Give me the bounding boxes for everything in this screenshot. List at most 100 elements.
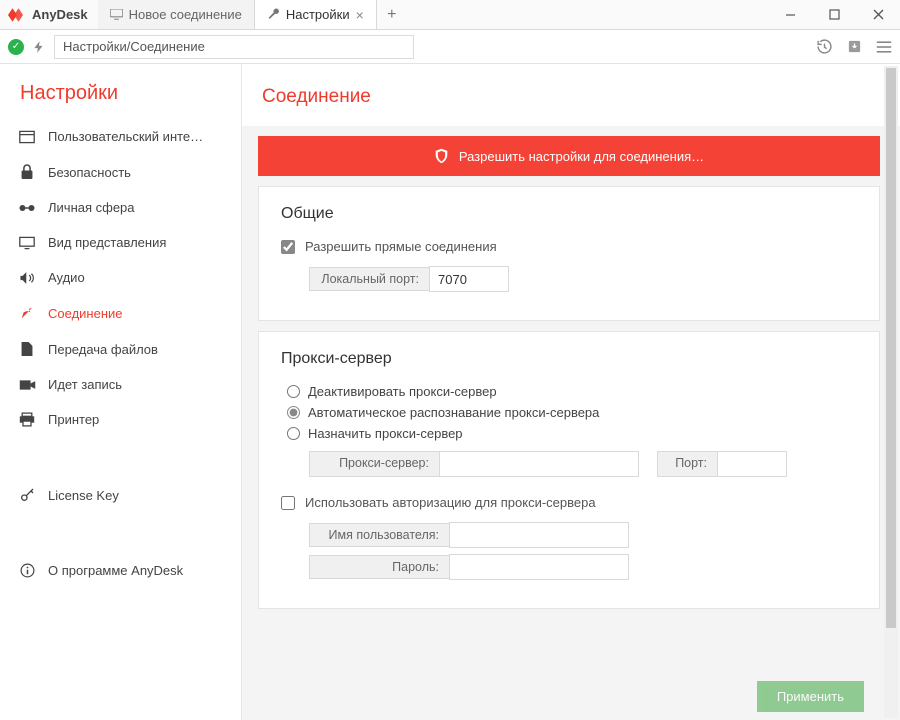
file-icon: [18, 341, 36, 357]
sidebar-item-license[interactable]: License Key: [0, 477, 241, 513]
proxy-server-row: Прокси-сервер: Порт:: [309, 451, 857, 477]
history-icon[interactable]: [816, 38, 833, 55]
local-port-input[interactable]: [429, 266, 509, 292]
tab-settings[interactable]: Настройки ×: [255, 0, 377, 29]
menu-icon[interactable]: [876, 40, 892, 54]
sidebar-item-label: Идет запись: [48, 377, 122, 392]
unlock-settings-banner[interactable]: Разрешить настройки для соединения…: [258, 136, 880, 176]
camera-icon: [18, 379, 36, 391]
window-icon: [18, 130, 36, 144]
display-icon: [18, 236, 36, 250]
proxy-server-input[interactable]: [439, 451, 639, 477]
maximize-button[interactable]: [812, 0, 856, 29]
sidebar-item-label: Пользовательский инте…: [48, 129, 203, 144]
proxy-auth-checkbox[interactable]: [281, 496, 295, 510]
sidebar: Настройки Пользовательский инте… Безопас…: [0, 64, 242, 720]
sidebar-item-label: Вид представления: [48, 235, 166, 250]
tab-label: Настройки: [286, 7, 350, 22]
allow-direct-label: Разрешить прямые соединения: [305, 239, 497, 254]
apply-button[interactable]: Применить: [757, 681, 864, 712]
sidebar-item-label: License Key: [48, 488, 119, 503]
key-icon: [18, 487, 36, 503]
radio-label: Назначить прокси-сервер: [308, 426, 463, 441]
proxy-option-manual[interactable]: Назначить прокси-сервер: [287, 426, 857, 441]
sidebar-item-label: Принтер: [48, 412, 99, 427]
bolt-icon[interactable]: [32, 39, 46, 55]
local-port-row: Локальный порт:: [309, 266, 857, 292]
main-area: Настройки Пользовательский инте… Безопас…: [0, 64, 900, 720]
address-bar[interactable]: Настройки/Соединение: [54, 35, 414, 59]
proxy-option-disable[interactable]: Деактивировать прокси-сервер: [287, 384, 857, 399]
proxy-port-label: Порт:: [657, 451, 717, 477]
scrollbar[interactable]: [884, 66, 898, 718]
sidebar-item-about[interactable]: О программе AnyDesk: [0, 553, 241, 588]
sidebar-item-audio[interactable]: Аудио: [0, 260, 241, 295]
proxy-heading: Прокси-сервер: [281, 350, 857, 368]
sidebar-item-recording[interactable]: Идет запись: [0, 367, 241, 402]
toolbar: ✓ Настройки/Соединение: [0, 30, 900, 64]
allow-direct-checkbox[interactable]: [281, 240, 295, 254]
proxy-pass-input[interactable]: [449, 554, 629, 580]
proxy-port-input[interactable]: [717, 451, 787, 477]
proxy-radio-manual[interactable]: [287, 427, 300, 440]
address-text: Настройки/Соединение: [63, 39, 205, 54]
page-header: Соединение: [242, 64, 900, 126]
monitor-icon: [110, 9, 123, 20]
proxy-card: Прокси-сервер Деактивировать прокси-серв…: [258, 331, 880, 609]
lock-icon: [18, 164, 36, 180]
tab-label: Новое соединение: [129, 7, 242, 22]
sidebar-item-privacy[interactable]: Личная сфера: [0, 190, 241, 225]
sidebar-item-printer[interactable]: Принтер: [0, 402, 241, 437]
radio-label: Автоматическое распознавание прокси-серв…: [308, 405, 599, 420]
general-heading: Общие: [281, 205, 857, 223]
sidebar-item-security[interactable]: Безопасность: [0, 154, 241, 190]
brand: AnyDesk: [0, 0, 98, 29]
proxy-radio-disable[interactable]: [287, 385, 300, 398]
sidebar-item-label: Аудио: [48, 270, 85, 285]
glasses-icon: [18, 203, 36, 213]
anydesk-logo-icon: [8, 6, 26, 24]
page-title: Соединение: [262, 86, 880, 108]
status-ok-icon: ✓: [8, 39, 24, 55]
shield-icon: [434, 148, 449, 164]
proxy-auth-label: Использовать авторизацию для прокси-серв…: [305, 495, 596, 510]
close-window-button[interactable]: [856, 0, 900, 29]
sidebar-item-display[interactable]: Вид представления: [0, 225, 241, 260]
tab-new-connection[interactable]: Новое соединение: [98, 0, 255, 29]
content-area: Соединение Разрешить настройки для соеди…: [242, 64, 900, 720]
proxy-pass-label: Пароль:: [309, 555, 449, 579]
speaker-icon: [18, 271, 36, 285]
sidebar-item-label: Личная сфера: [48, 200, 135, 215]
local-port-label: Локальный порт:: [309, 267, 429, 291]
brand-name: AnyDesk: [32, 7, 88, 22]
scrollbar-thumb[interactable]: [886, 68, 896, 628]
radio-label: Деактивировать прокси-сервер: [308, 384, 497, 399]
proxy-auth-checkbox-row[interactable]: Использовать авторизацию для прокси-серв…: [281, 495, 857, 510]
alert-text: Разрешить настройки для соединения…: [459, 149, 704, 164]
proxy-option-auto[interactable]: Автоматическое распознавание прокси-серв…: [287, 405, 857, 420]
proxy-pass-row: Пароль:: [309, 554, 857, 580]
proxy-user-row: Имя пользователя:: [309, 522, 857, 548]
connection-icon: [18, 305, 36, 321]
sidebar-item-ui[interactable]: Пользовательский инте…: [0, 119, 241, 154]
sidebar-item-label: Передача файлов: [48, 342, 158, 357]
download-icon[interactable]: [847, 38, 862, 55]
sidebar-item-connection[interactable]: Соединение: [0, 295, 241, 331]
new-tab-button[interactable]: +: [377, 0, 407, 29]
sidebar-item-label: О программе AnyDesk: [48, 563, 183, 578]
wrench-icon: [267, 8, 280, 21]
sidebar-title: Настройки: [0, 82, 241, 119]
proxy-radio-auto[interactable]: [287, 406, 300, 419]
sidebar-item-file-transfer[interactable]: Передача файлов: [0, 331, 241, 367]
proxy-user-input[interactable]: [449, 522, 629, 548]
sidebar-item-label: Безопасность: [48, 165, 131, 180]
sidebar-item-label: Соединение: [48, 306, 123, 321]
printer-icon: [18, 412, 36, 427]
window-controls: [768, 0, 900, 29]
proxy-server-label: Прокси-сервер:: [309, 451, 439, 477]
minimize-button[interactable]: [768, 0, 812, 29]
close-icon[interactable]: ×: [356, 7, 364, 23]
general-card: Общие Разрешить прямые соединения Локаль…: [258, 186, 880, 321]
proxy-user-label: Имя пользователя:: [309, 523, 449, 547]
allow-direct-checkbox-row[interactable]: Разрешить прямые соединения: [281, 239, 857, 254]
